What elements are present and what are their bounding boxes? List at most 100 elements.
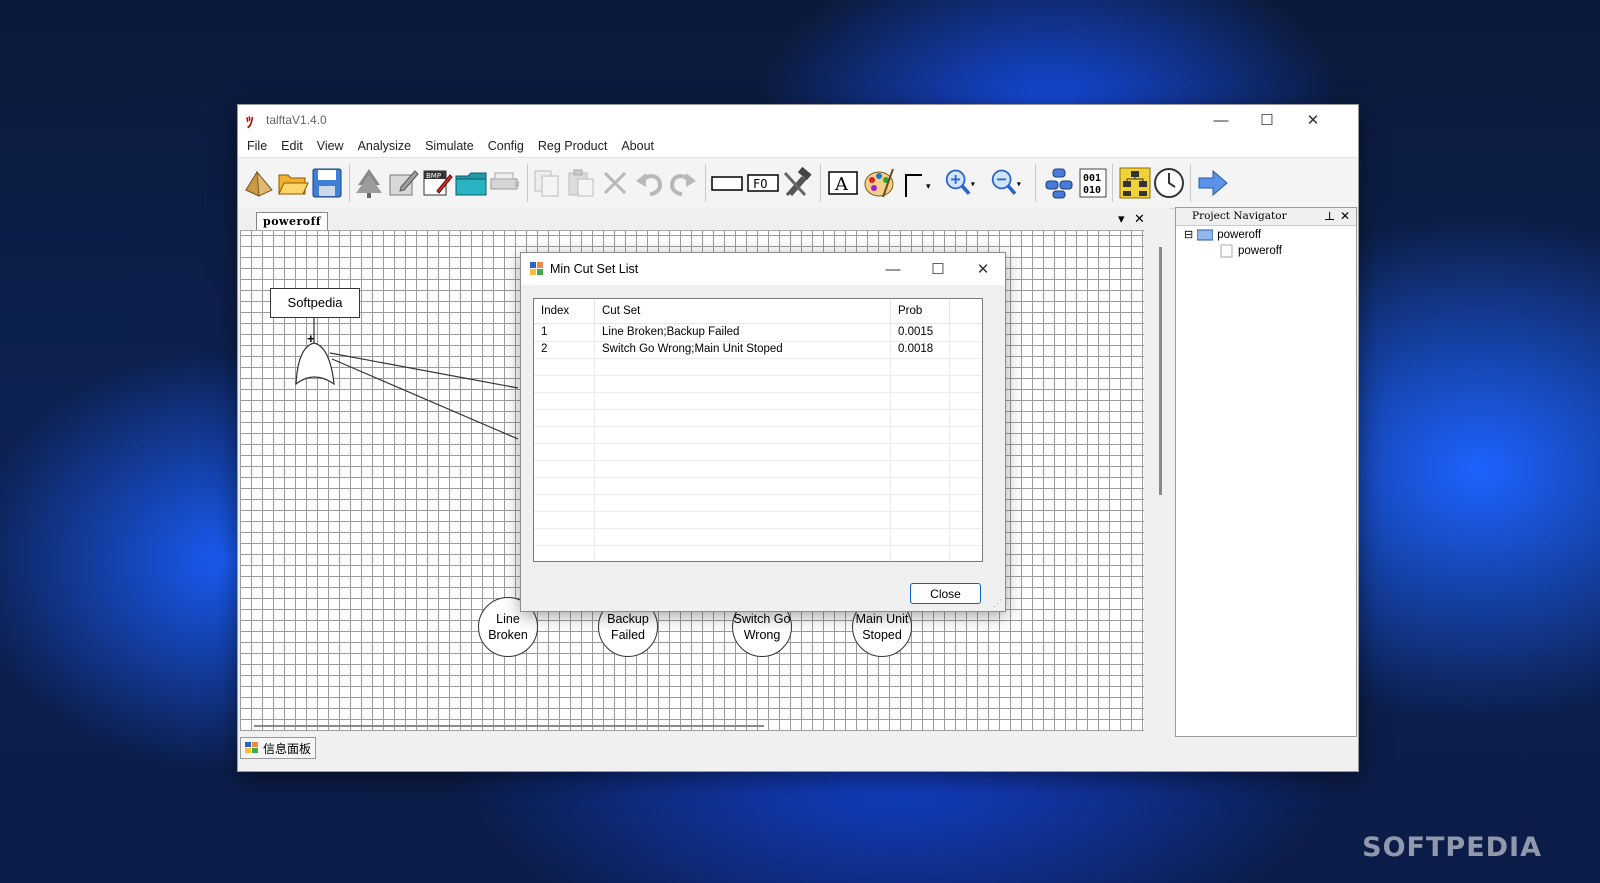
empty-row xyxy=(534,426,982,444)
paste-icon[interactable] xyxy=(564,166,598,200)
connector-icon[interactable]: ▾ xyxy=(900,166,934,200)
delete-icon[interactable] xyxy=(598,166,632,200)
tools-icon[interactable] xyxy=(780,166,814,200)
cell-index: 1 xyxy=(534,324,595,341)
empty-row xyxy=(534,494,982,512)
svg-text:010: 010 xyxy=(1083,185,1101,196)
edit-report-icon[interactable] xyxy=(386,166,420,200)
tab-list-dropdown-icon[interactable]: ▾ xyxy=(1118,211,1125,227)
dialog-close-button[interactable]: ✕ xyxy=(961,253,1005,285)
redo-icon[interactable] xyxy=(666,166,700,200)
cell-prob: 0.0015 xyxy=(891,324,950,341)
menu-reg-product[interactable]: Reg Product xyxy=(531,139,614,153)
resize-grip-icon[interactable]: ⋰ xyxy=(993,598,1002,609)
hierarchy-icon[interactable] xyxy=(1118,166,1152,200)
undo-icon[interactable] xyxy=(632,166,666,200)
palette-icon[interactable] xyxy=(862,166,896,200)
tab-poweroff[interactable]: poweroff xyxy=(256,212,329,231)
empty-row xyxy=(534,460,982,478)
menu-simulate[interactable]: Simulate xyxy=(418,139,481,153)
fo-box-icon[interactable]: FO xyxy=(746,166,780,200)
text-icon[interactable]: A xyxy=(826,166,860,200)
svg-text:▾: ▾ xyxy=(926,181,931,191)
dialog-minimize-button[interactable]: — xyxy=(871,253,915,285)
svg-text:A: A xyxy=(834,174,849,195)
menu-analysize[interactable]: Analysize xyxy=(351,139,419,153)
print-icon[interactable] xyxy=(488,166,522,200)
info-panel-tab[interactable]: 信息面板 xyxy=(240,737,317,759)
binary-icon[interactable]: 001 010 xyxy=(1076,166,1110,200)
horizontal-scrollbar[interactable] xyxy=(254,725,764,727)
menu-view[interactable]: View xyxy=(310,139,351,153)
tree-node-document-label: poweroff xyxy=(1238,245,1282,257)
empty-row xyxy=(534,511,982,529)
cell-cut-set: Switch Go Wrong;Main Unit Stoped xyxy=(595,341,891,358)
close-navigator-icon[interactable]: ✕ xyxy=(1340,208,1350,225)
cell-prob: 0.0018 xyxy=(891,341,950,358)
info-panel-icon xyxy=(245,742,258,753)
minimize-button[interactable]: — xyxy=(1198,105,1244,135)
new-project-icon[interactable] xyxy=(242,166,276,200)
save-icon[interactable] xyxy=(310,166,344,200)
arrow-right-icon[interactable] xyxy=(1196,166,1230,200)
min-cut-set-dialog: Min Cut Set List — ☐ ✕ Index Cut Set Pro… xyxy=(520,252,1006,612)
menu-about[interactable]: About xyxy=(614,139,661,153)
document-icon xyxy=(1220,244,1233,258)
table-row[interactable]: 2 Switch Go Wrong;Main Unit Stoped 0.001… xyxy=(534,341,982,359)
table-row[interactable]: 1 Line Broken;Backup Failed 0.0015 xyxy=(534,324,982,342)
tree-icon[interactable] xyxy=(352,166,386,200)
tree-node-document[interactable]: poweroff xyxy=(1220,244,1282,258)
cell-cut-set: Line Broken;Backup Failed xyxy=(595,324,891,341)
database-icon[interactable] xyxy=(1042,166,1076,200)
maximize-button[interactable]: ☐ xyxy=(1244,105,1290,135)
app-logo-icon: ﾂ xyxy=(246,113,254,131)
empty-row xyxy=(534,409,982,427)
zoom-out-icon[interactable]: ▾ xyxy=(990,166,1024,200)
softpedia-watermark: SOFTPEDIA xyxy=(1362,832,1542,863)
vertical-scrollbar[interactable] xyxy=(1159,247,1162,495)
close-button[interactable]: Close xyxy=(910,583,981,604)
empty-row xyxy=(534,477,982,495)
open-folder-icon[interactable] xyxy=(276,166,310,200)
dialog-title: Min Cut Set List xyxy=(550,262,639,276)
column-cut-set[interactable]: Cut Set xyxy=(595,299,891,323)
pin-icon[interactable]: ⊥ xyxy=(1324,208,1335,225)
dialog-title-bar: Min Cut Set List — ☐ ✕ xyxy=(521,253,1005,285)
menu-edit[interactable]: Edit xyxy=(274,139,310,153)
project-navigator-panel: Project Navigator ⊥ ✕ ⊟ poweroff powerof… xyxy=(1175,207,1357,737)
or-gate-symbol[interactable]: + xyxy=(307,331,315,346)
rectangle-icon[interactable] xyxy=(710,166,744,200)
empty-row xyxy=(534,358,982,376)
folder-tab-icon[interactable] xyxy=(454,166,488,200)
column-index[interactable]: Index xyxy=(534,299,595,323)
column-prob[interactable]: Prob xyxy=(891,299,950,323)
menu-file[interactable]: File xyxy=(240,139,274,153)
svg-text:BMP: BMP xyxy=(426,172,441,180)
cut-set-list[interactable]: Index Cut Set Prob 1 Line Broken;Backup … xyxy=(533,298,983,562)
window-title: talftaV1.4.0 xyxy=(266,113,327,127)
collapse-icon[interactable]: ⊟ xyxy=(1184,228,1193,241)
svg-text:FO: FO xyxy=(753,177,767,191)
toolbar: BMP FO A ▾ ▾ ▾ 001 010 xyxy=(238,157,1358,209)
info-panel-label: 信息面板 xyxy=(263,741,312,756)
title-bar: ﾂ talftaV1.4.0 — ☐ ✕ xyxy=(238,105,1358,135)
top-event-box[interactable]: Softpedia xyxy=(270,288,360,318)
close-window-button[interactable]: ✕ xyxy=(1290,105,1336,135)
svg-text:▾: ▾ xyxy=(971,180,975,189)
dialog-maximize-button[interactable]: ☐ xyxy=(916,253,960,285)
empty-row xyxy=(534,443,982,461)
close-tab-icon[interactable]: ✕ xyxy=(1134,211,1145,227)
copy-icon[interactable] xyxy=(530,166,564,200)
bmp-export-icon[interactable]: BMP xyxy=(420,166,454,200)
clock-icon[interactable] xyxy=(1152,166,1186,200)
menu-config[interactable]: Config xyxy=(481,139,531,153)
empty-row xyxy=(534,528,982,546)
empty-row xyxy=(534,545,982,561)
menu-bar: File Edit View Analysize Simulate Config… xyxy=(238,135,1358,157)
dialog-app-icon xyxy=(530,262,543,275)
svg-text:▾: ▾ xyxy=(1017,180,1021,189)
navigator-header: Project Navigator ⊥ ✕ xyxy=(1176,208,1356,226)
tree-node-project[interactable]: ⊟ poweroff xyxy=(1184,228,1261,242)
empty-row xyxy=(534,392,982,410)
zoom-in-icon[interactable]: ▾ xyxy=(944,166,978,200)
